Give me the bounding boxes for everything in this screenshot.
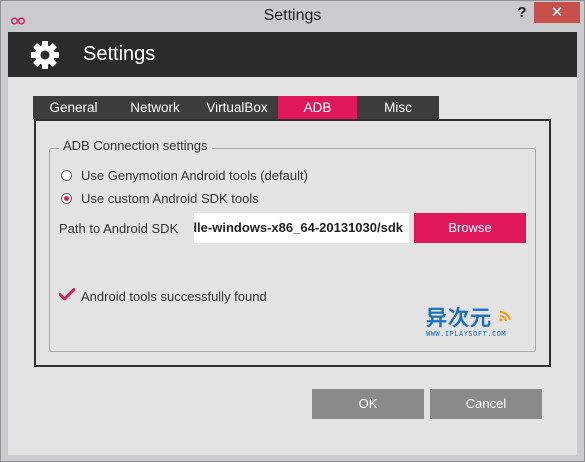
ok-button[interactable]: OK: [312, 389, 424, 419]
watermark-sub-text: WWW.IPLAYSOFT.COM: [426, 330, 507, 338]
tab-network[interactable]: Network: [114, 96, 196, 119]
tab-adb[interactable]: ADB: [278, 96, 357, 119]
gear-icon: [30, 40, 60, 74]
group-title: ADB Connection settings: [59, 138, 212, 153]
wifi-icon: [498, 306, 516, 326]
radio-label: Use Genymotion Android tools (default): [81, 168, 308, 183]
title-bar[interactable]: Settings ? ✕: [1, 1, 584, 32]
cancel-button[interactable]: Cancel: [430, 389, 542, 419]
checkmark-icon: [58, 288, 76, 304]
status-message: Android tools successfully found: [58, 288, 267, 304]
sdk-path-value: adt-bundle-windows-x86_64-20131030/sdk: [194, 220, 403, 235]
tab-bar: General Network VirtualBox ADB Misc: [33, 96, 439, 119]
header-title: Settings: [83, 43, 156, 65]
tab-general[interactable]: General: [33, 96, 114, 119]
close-button[interactable]: ✕: [534, 2, 580, 23]
radio-custom-sdk[interactable]: Use custom Android SDK tools: [61, 191, 259, 206]
radio-genymotion-tools[interactable]: Use Genymotion Android tools (default): [61, 168, 308, 183]
radio-button[interactable]: [61, 170, 72, 181]
window-title: Settings: [263, 7, 322, 24]
status-text: Android tools successfully found: [81, 288, 267, 304]
radio-button-checked[interactable]: [61, 193, 72, 204]
radio-label: Use custom Android SDK tools: [81, 191, 259, 206]
watermark-logo: 异次元 WWW.IPLAYSOFT.COM: [426, 302, 521, 342]
sdk-path-label: Path to Android SDK: [59, 221, 179, 236]
tab-virtualbox[interactable]: VirtualBox: [196, 96, 278, 119]
browse-button[interactable]: Browse: [414, 213, 526, 243]
sdk-path-input[interactable]: adt-bundle-windows-x86_64-20131030/sdk: [194, 213, 409, 243]
help-button[interactable]: ?: [511, 3, 533, 23]
tab-misc[interactable]: Misc: [357, 96, 439, 119]
settings-header: Settings: [8, 32, 577, 77]
